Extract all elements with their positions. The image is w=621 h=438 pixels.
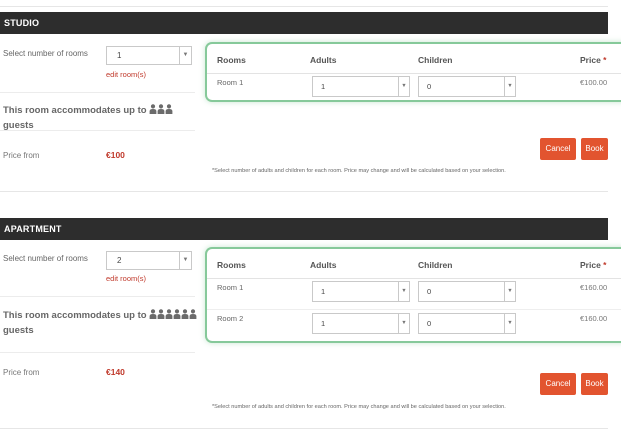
children-value: 0 xyxy=(427,82,432,91)
divider xyxy=(0,352,195,353)
children-value: 0 xyxy=(427,319,432,328)
room-name: Room 1 xyxy=(217,283,244,292)
adults-value: 1 xyxy=(321,287,326,296)
capacity-suffix: guests xyxy=(3,325,34,336)
adults-value: 1 xyxy=(321,82,326,91)
divider xyxy=(0,130,195,131)
table-row: Room 2 1 ▼ 0 ▼ €160.00 xyxy=(207,309,621,341)
divider xyxy=(0,92,195,93)
header-rooms: Rooms xyxy=(217,55,246,65)
children-value: 0 xyxy=(427,287,432,296)
children-select[interactable]: 0 ▼ xyxy=(418,76,516,97)
booking-page: STUDIO Select number of rooms 1 ▼ edit r… xyxy=(0,0,621,438)
price-from-value: €140 xyxy=(106,367,125,377)
rooms-count-select[interactable]: 2 ▼ xyxy=(106,251,192,270)
required-marker: * xyxy=(603,55,607,65)
person-icon xyxy=(181,309,189,319)
person-icon xyxy=(189,309,197,319)
capacity-prefix: This room accommodates up to xyxy=(3,105,147,116)
section-divider xyxy=(0,191,608,192)
room-price: €160.00 xyxy=(580,314,608,323)
select-rooms-label: Select number of rooms xyxy=(3,254,88,263)
selection-note: *Select number of adults and children fo… xyxy=(212,168,506,174)
top-divider xyxy=(0,6,608,7)
adults-select[interactable]: 1 ▼ xyxy=(312,76,410,97)
price-from-value: €100 xyxy=(106,150,125,160)
adults-value: 1 xyxy=(321,319,326,328)
room-name: Room 1 xyxy=(217,78,244,87)
header-adults: Adults xyxy=(310,260,337,270)
capacity-text: This room accommodates up to guests xyxy=(3,104,203,133)
section-title-bar: STUDIO xyxy=(0,12,608,34)
book-button[interactable]: Book xyxy=(581,138,608,160)
rooms-count-value: 1 xyxy=(117,51,122,60)
header-price-label: Price xyxy=(580,260,601,270)
table-row: Room 1 1 ▼ 0 ▼ €160.00 xyxy=(207,279,621,311)
chevron-down-icon: ▼ xyxy=(504,314,515,333)
chevron-down-icon: ▼ xyxy=(398,314,409,333)
cancel-button[interactable]: Cancel xyxy=(540,138,576,160)
occupancy-table-header: Rooms Adults Children Price * xyxy=(207,249,621,279)
selection-note: *Select number of adults and children fo… xyxy=(212,404,506,410)
section-title-bar: APARTMENT xyxy=(0,218,608,240)
price-from-label: Price from xyxy=(3,151,40,160)
header-price-label: Price xyxy=(580,55,601,65)
divider xyxy=(0,296,195,297)
room-occupancy-panel: Rooms Adults Children Price * Room 1 1 ▼… xyxy=(205,247,621,343)
section-divider xyxy=(0,428,608,429)
person-icon xyxy=(149,104,157,114)
occupancy-table-header: Rooms Adults Children Price * xyxy=(207,44,621,74)
chevron-down-icon: ▼ xyxy=(504,77,515,96)
header-price: Price * xyxy=(580,55,606,65)
person-icon xyxy=(165,104,173,114)
children-select[interactable]: 0 ▼ xyxy=(418,281,516,302)
book-button[interactable]: Book xyxy=(581,373,608,395)
person-icon xyxy=(173,309,181,319)
children-select[interactable]: 0 ▼ xyxy=(418,313,516,334)
header-children: Children xyxy=(418,55,453,65)
table-row: Room 1 1 ▼ 0 ▼ €100.00 xyxy=(207,74,621,106)
header-rooms: Rooms xyxy=(217,260,246,270)
room-price: €160.00 xyxy=(580,283,608,292)
room-name: Room 2 xyxy=(217,314,244,323)
edit-rooms-link[interactable]: edit room(s) xyxy=(106,274,146,283)
chevron-down-icon: ▼ xyxy=(398,282,409,301)
rooms-count-value: 2 xyxy=(117,256,122,265)
rooms-count-select[interactable]: 1 ▼ xyxy=(106,46,192,65)
room-occupancy-panel: Rooms Adults Children Price * Room 1 1 ▼… xyxy=(205,42,621,102)
adults-select[interactable]: 1 ▼ xyxy=(312,281,410,302)
person-icon xyxy=(149,309,157,319)
header-price: Price * xyxy=(580,260,606,270)
select-rooms-label: Select number of rooms xyxy=(3,49,88,58)
required-marker: * xyxy=(603,260,607,270)
person-icon xyxy=(157,309,165,319)
chevron-down-icon: ▼ xyxy=(179,47,191,64)
chevron-down-icon: ▼ xyxy=(179,252,191,269)
header-children: Children xyxy=(418,260,453,270)
capacity-prefix: This room accommodates up to xyxy=(3,310,147,321)
header-adults: Adults xyxy=(310,55,337,65)
chevron-down-icon: ▼ xyxy=(504,282,515,301)
room-price: €100.00 xyxy=(580,78,608,87)
cancel-button[interactable]: Cancel xyxy=(540,373,576,395)
person-icon xyxy=(157,104,165,114)
person-icon xyxy=(165,309,173,319)
adults-select[interactable]: 1 ▼ xyxy=(312,313,410,334)
price-from-label: Price from xyxy=(3,368,40,377)
edit-rooms-link[interactable]: edit room(s) xyxy=(106,70,146,79)
guest-icons xyxy=(149,309,197,324)
chevron-down-icon: ▼ xyxy=(398,77,409,96)
capacity-text: This room accommodates up to guests xyxy=(3,309,201,338)
guest-icons xyxy=(149,104,173,119)
